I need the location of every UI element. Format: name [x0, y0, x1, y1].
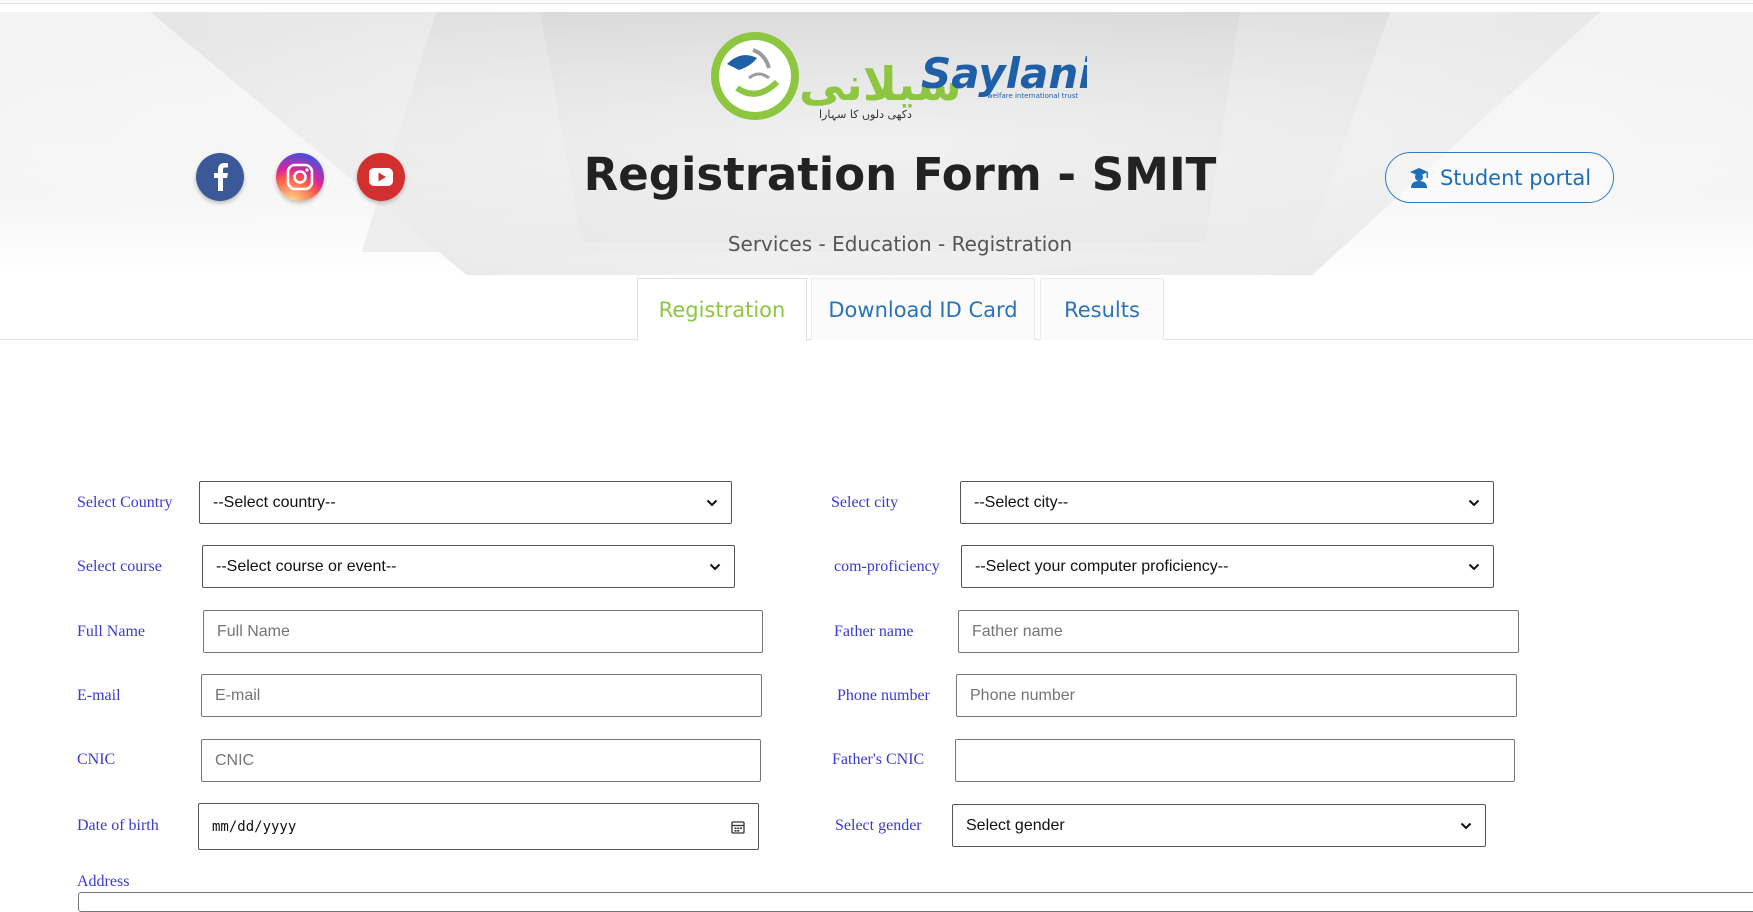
proficiency-select[interactable]: --Select your computer proficiency--	[961, 545, 1494, 588]
full-name-input[interactable]: Full Name	[203, 610, 763, 653]
tab-download-id-card[interactable]: Download ID Card	[811, 278, 1035, 340]
email-placeholder: E-mail	[215, 686, 261, 704]
dob-input[interactable]: mm/dd/yyyy	[198, 803, 759, 850]
cnic-label: CNIC	[77, 751, 116, 768]
page-subtitle: Services - Education - Registration	[727, 232, 1073, 256]
address-textarea[interactable]	[78, 892, 1753, 912]
country-label: Select Country	[77, 494, 173, 511]
instagram-icon[interactable]	[276, 153, 324, 201]
father-cnic-input[interactable]	[955, 739, 1515, 782]
gender-select[interactable]: Select gender	[952, 804, 1486, 847]
father-cnic-label: Father's CNIC	[832, 751, 925, 768]
proficiency-label: com-proficiency	[834, 558, 940, 575]
address-label: Address	[77, 873, 130, 890]
country-select-value: --Select country--	[213, 493, 336, 511]
facebook-icon[interactable]	[196, 153, 244, 201]
gender-select-value: Select gender	[966, 816, 1065, 834]
student-portal-button[interactable]: Student portal	[1385, 152, 1614, 203]
tab-results[interactable]: Results	[1040, 278, 1164, 340]
calendar-icon[interactable]	[731, 820, 745, 834]
graduate-icon	[1409, 167, 1428, 188]
top-border	[0, 0, 1753, 4]
logo-english: Saylani	[921, 49, 1087, 98]
country-select[interactable]: --Select country--	[199, 481, 732, 524]
full-name-label: Full Name	[77, 623, 145, 640]
logo-urdu-tagline: دکھی دلوں کا سہارا	[819, 108, 912, 121]
gender-label: Select gender	[835, 817, 922, 834]
tab-registration[interactable]: Registration	[637, 278, 807, 341]
chevron-down-icon	[1460, 822, 1472, 829]
email-label: E-mail	[77, 687, 121, 704]
chevron-down-icon	[1468, 563, 1480, 570]
father-name-input[interactable]: Father name	[958, 610, 1519, 653]
phone-label: Phone number	[837, 687, 930, 704]
email-input[interactable]: E-mail	[201, 674, 762, 717]
student-portal-label: Student portal	[1439, 165, 1592, 190]
full-name-placeholder: Full Name	[217, 622, 290, 640]
phone-input[interactable]: Phone number	[956, 674, 1517, 717]
father-name-label: Father name	[834, 623, 914, 640]
course-select[interactable]: --Select course or event--	[202, 545, 735, 588]
city-label: Select city	[831, 494, 899, 511]
proficiency-select-value: --Select your computer proficiency--	[975, 557, 1229, 575]
course-label: Select course	[77, 558, 162, 575]
chevron-down-icon	[1468, 499, 1480, 506]
dob-value: mm/dd/yyyy	[212, 818, 297, 835]
page-title: Registration Form - SMIT	[583, 148, 1217, 201]
chevron-down-icon	[709, 563, 721, 570]
dob-label: Date of birth	[77, 817, 159, 834]
youtube-icon[interactable]	[357, 153, 405, 201]
chevron-down-icon	[706, 499, 718, 506]
city-select[interactable]: --Select city--	[960, 481, 1494, 524]
saylani-logo[interactable]: سیلانی Saylani welfare international tru…	[707, 28, 1093, 124]
cnic-placeholder: CNIC	[215, 751, 255, 769]
course-select-value: --Select course or event--	[216, 557, 397, 575]
city-select-value: --Select city--	[974, 493, 1069, 511]
logo-tagline: welfare international trust	[987, 92, 1078, 100]
cnic-input[interactable]: CNIC	[201, 739, 761, 782]
father-name-placeholder: Father name	[972, 622, 1063, 640]
phone-placeholder: Phone number	[970, 686, 1075, 704]
